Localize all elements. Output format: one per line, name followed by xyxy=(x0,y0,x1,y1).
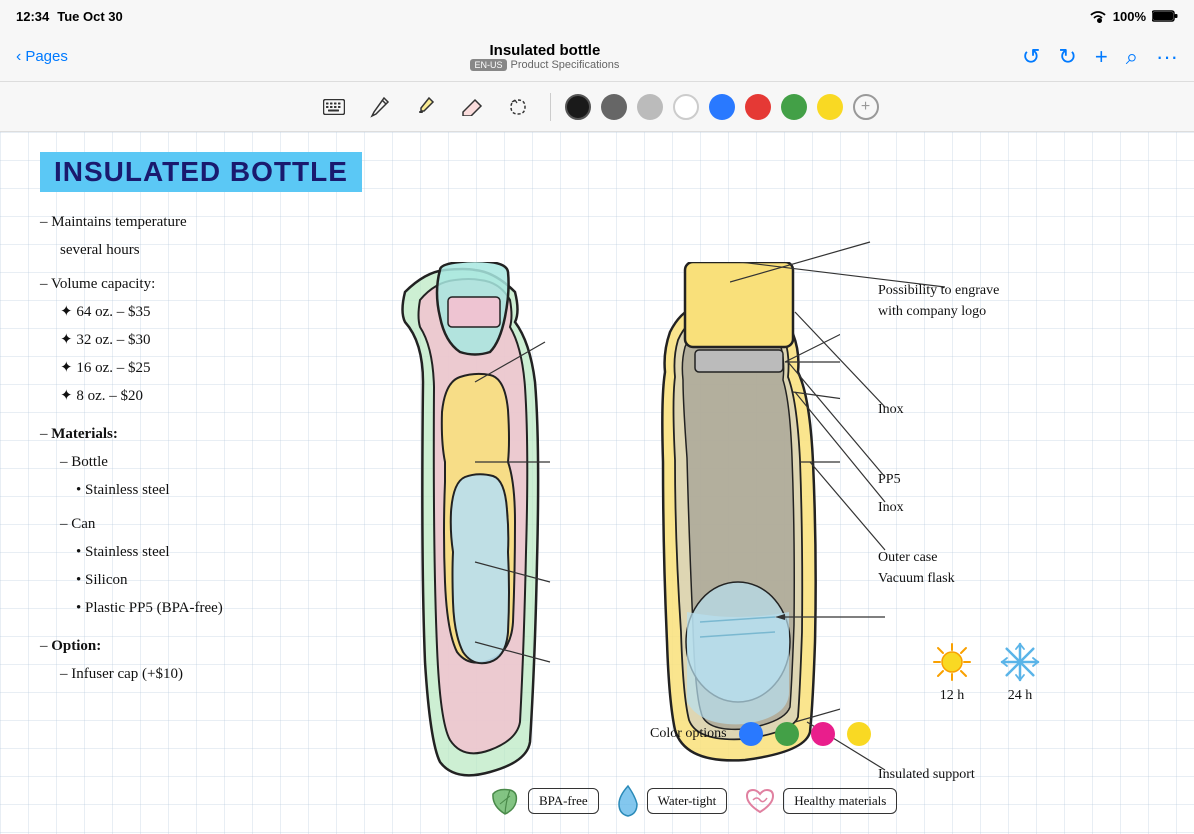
hot-label: 12 h xyxy=(940,688,965,704)
cross-section-sketch xyxy=(645,262,840,782)
nav-right: ↺ ↻ + ⌕ ··· xyxy=(1022,44,1178,70)
color-dark-gray[interactable] xyxy=(601,94,627,120)
pen-tool[interactable] xyxy=(362,89,398,125)
color-white[interactable] xyxy=(673,94,699,120)
lasso-tool[interactable] xyxy=(500,89,536,125)
status-left: 12:34 Tue Oct 30 xyxy=(16,9,123,24)
doc-title-block: INSULATED BOTTLE xyxy=(40,152,362,208)
toolbar-separator xyxy=(550,93,551,121)
toolbar: + xyxy=(0,82,1194,132)
annotation-inox1: Inox xyxy=(878,402,904,418)
wifi-icon xyxy=(1089,9,1107,23)
add-button[interactable]: + xyxy=(1095,44,1108,70)
annotation-inox2: Inox xyxy=(878,500,904,516)
temp-icons-area: 12 h 24 h xyxy=(930,640,1042,704)
time: 12:34 xyxy=(16,9,49,24)
nav-bar: ‹ Pages Insulated bottle EN-US Product S… xyxy=(0,32,1194,82)
healthy-badge-group: Healthy materials xyxy=(743,786,897,816)
watertight-badge-group: Water-tight xyxy=(615,784,728,818)
status-right: 100% xyxy=(1089,9,1178,24)
drop-icon xyxy=(615,784,641,818)
color-green[interactable] xyxy=(781,94,807,120)
back-chevron-icon: ‹ xyxy=(16,48,21,66)
color-option-green xyxy=(775,722,799,746)
sun-icon xyxy=(930,640,974,684)
annotation-insulated-support: Insulated support xyxy=(878,767,975,783)
bottle-sketch xyxy=(345,262,635,792)
badges-section: BPA-free Water-tight Healthy materials xyxy=(488,784,897,818)
doc-title: INSULATED BOTTLE xyxy=(40,152,362,192)
subtitle-text: Product Specifications xyxy=(511,59,620,71)
bpa-free-label: BPA-free xyxy=(539,793,588,809)
battery-icon xyxy=(1152,9,1178,23)
color-black[interactable] xyxy=(565,94,591,120)
snowflake-icon xyxy=(998,640,1042,684)
document-subtitle: EN-US Product Specifications xyxy=(470,59,619,71)
status-bar: 12:34 Tue Oct 30 100% xyxy=(0,0,1194,32)
bpa-free-badge: BPA-free xyxy=(528,788,599,814)
highlighter-tool[interactable] xyxy=(408,89,444,125)
color-option-yellow xyxy=(847,722,871,746)
pages-label: Pages xyxy=(25,48,68,65)
color-options-label: Color options xyxy=(650,726,727,742)
bpa-badge-group: BPA-free xyxy=(488,786,599,816)
more-button[interactable]: ··· xyxy=(1156,44,1178,70)
pages-button[interactable]: ‹ Pages xyxy=(16,48,68,66)
keyboard-tool[interactable] xyxy=(316,89,352,125)
watertight-label: Water-tight xyxy=(658,793,717,809)
healthy-materials-label: Healthy materials xyxy=(794,793,886,809)
color-light-gray[interactable] xyxy=(637,94,663,120)
color-blue[interactable] xyxy=(709,94,735,120)
canvas-area: INSULATED BOTTLE – Maintains temperature… xyxy=(0,132,1194,834)
healthy-materials-badge: Healthy materials xyxy=(783,788,897,814)
watertight-badge: Water-tight xyxy=(647,788,728,814)
leaf-icon xyxy=(488,786,522,816)
cold-label: 24 h xyxy=(1008,688,1033,704)
battery-percent: 100% xyxy=(1113,9,1146,24)
nav-center: Insulated bottle EN-US Product Specifica… xyxy=(470,42,619,71)
annotation-engraving: Possibility to engravewith company logo xyxy=(878,280,999,322)
materials-label: Materials: xyxy=(51,426,118,442)
cold-icon-item: 24 h xyxy=(998,640,1042,704)
heart-icon xyxy=(743,786,777,816)
annotation-pp5: PP5 xyxy=(878,472,901,488)
color-yellow[interactable] xyxy=(817,94,843,120)
lang-badge: EN-US xyxy=(470,59,506,71)
hot-icon-item: 12 h xyxy=(930,640,974,704)
color-option-blue xyxy=(739,722,763,746)
date: Tue Oct 30 xyxy=(57,9,123,24)
document-title: Insulated bottle xyxy=(470,42,619,59)
color-options-section: Color options xyxy=(650,722,871,746)
color-add-button[interactable]: + xyxy=(853,94,879,120)
color-red[interactable] xyxy=(745,94,771,120)
note-line-1: – Maintains temperature xyxy=(40,210,420,234)
annotation-outer-case: Outer caseVacuum flask xyxy=(878,547,955,589)
option-label: Option: xyxy=(51,638,101,654)
color-option-pink xyxy=(811,722,835,746)
eraser-tool[interactable] xyxy=(454,89,490,125)
note-line-2: several hours xyxy=(60,238,420,262)
search-button[interactable]: ⌕ xyxy=(1126,44,1138,70)
nav-left[interactable]: ‹ Pages xyxy=(16,48,68,66)
undo-button[interactable]: ↺ xyxy=(1022,44,1040,70)
redo-button[interactable]: ↻ xyxy=(1058,44,1076,70)
